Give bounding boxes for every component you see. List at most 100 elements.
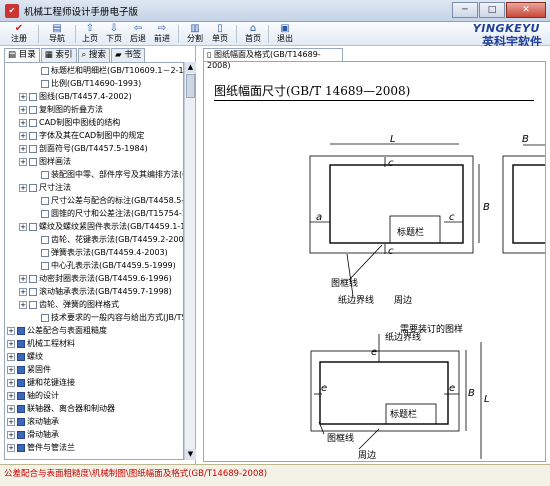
navigation-icon: ▤	[52, 23, 62, 34]
document-view: 图纸幅面尺寸(GB/T 14689—2008) L B a c c c 图框线 …	[203, 61, 546, 462]
tree-item[interactable]: 弹簧表示法(GB/T4459.4-2003)	[31, 247, 168, 258]
tab-index[interactable]: ▦ 索引	[40, 48, 77, 62]
tree-item[interactable]: + 螺纹及螺纹紧固件表示法(GB/T4459.1-1	[19, 221, 183, 232]
expand-icon[interactable]: +	[7, 430, 15, 439]
tree-item[interactable]: + 管件与管法兰	[7, 442, 75, 453]
expand-icon[interactable]: +	[7, 365, 15, 374]
scroll-up-arrow[interactable]: ▲	[185, 62, 196, 73]
scroll-thumb[interactable]	[186, 74, 195, 98]
tree-item[interactable]: 比例(GB/T14690-1993)	[31, 78, 141, 89]
tree-item[interactable]: + 动密封圈表示法(GB/T4459.6-1996)	[19, 273, 172, 284]
tree-item-label: 图样画法	[39, 157, 71, 166]
tree-item[interactable]: 技术要求的一般内容与给出方式(JB/T50	[31, 312, 183, 323]
book-icon	[17, 365, 25, 374]
document-icon	[29, 131, 37, 140]
maximize-button[interactable]: □	[479, 2, 505, 18]
tab-search[interactable]: ⌕ 搜索	[77, 48, 110, 62]
tree-item[interactable]: + 图样画法	[19, 156, 71, 167]
expand-icon[interactable]: +	[7, 443, 15, 452]
document-tab[interactable]: ▯ 图纸幅面及格式(GB/T14689-2008)	[203, 48, 343, 70]
tree-item[interactable]: + 复制图的折叠方法	[19, 104, 103, 115]
tree-item[interactable]: + 剖面符号(GB/T4457.5-1984)	[19, 143, 148, 154]
expand-icon[interactable]: +	[19, 92, 27, 101]
expand-icon[interactable]: +	[7, 417, 15, 426]
drawing-figure: L B a c c c 图框线 纸边界线 标题栏 周边 需要装订的图样 B 纸边…	[204, 104, 545, 461]
expand-icon[interactable]: +	[19, 183, 27, 192]
tree-item-label: 螺纹	[27, 352, 43, 361]
document-icon	[41, 235, 49, 244]
label-periphery: 周边	[394, 295, 412, 306]
tree-item[interactable]: + 滚动轴承表示法(GB/T4459.7-1998)	[19, 286, 172, 297]
close-button[interactable]: ✕	[506, 2, 546, 18]
expand-icon[interactable]: +	[7, 326, 15, 335]
tree-item[interactable]: + 机械工程材料	[7, 338, 75, 349]
leader-periphery	[358, 428, 380, 450]
fig1b-paper-edge	[502, 155, 545, 254]
single-page-button[interactable]: ▯ 单页	[205, 23, 235, 45]
tree-item[interactable]: + 图线(GB/T4457.4-2002)	[19, 91, 132, 102]
leader-edge	[346, 253, 354, 297]
tree-scrollbar[interactable]: ▲ ▼	[184, 62, 196, 460]
book-icon	[17, 404, 25, 413]
tree-item[interactable]: + 字体及其在CAD制图中的规定	[19, 130, 144, 141]
label-L: L	[390, 134, 396, 145]
navigation-pane: ▤ 目录 ▦ 索引 ⌕ 搜索 ▰ 书签 标题栏和明细栏(GB/T10609.1－…	[0, 46, 196, 464]
minimize-button[interactable]: ─	[452, 2, 478, 18]
expand-icon[interactable]: +	[7, 378, 15, 387]
expand-icon[interactable]: +	[19, 274, 27, 283]
navigation-button[interactable]: ▤ 导航	[42, 23, 72, 45]
tab-contents[interactable]: ▤ 目录	[4, 48, 40, 62]
document-icon	[41, 196, 49, 205]
tree-item[interactable]: + 紧固件	[7, 364, 51, 375]
forward-button[interactable]: ⇨ 前进	[147, 23, 177, 45]
expand-icon[interactable]: +	[19, 105, 27, 114]
tree-item[interactable]: 中心孔表示法(GB/T4459.5-1999)	[31, 260, 176, 271]
tree-item[interactable]: 装配图中零、部件序号及其编排方法(GB	[31, 169, 184, 180]
brand-logo: YINGKEYU 英科宇软件	[442, 22, 544, 49]
expand-icon[interactable]: +	[19, 287, 27, 296]
document-icon	[41, 313, 49, 322]
expand-icon[interactable]: +	[19, 118, 27, 127]
expand-icon[interactable]: +	[7, 352, 15, 361]
contents-tree: 标题栏和明细栏(GB/T10609.1－2-1989 比例(GB/T14690-1…	[4, 62, 184, 460]
tree-item-label: 装配图中零、部件序号及其编排方法(GB	[51, 170, 184, 179]
expand-icon[interactable]: +	[7, 339, 15, 348]
tree-item-label: 公差配合与表面粗糙度	[27, 326, 107, 335]
expand-icon[interactable]: +	[7, 404, 15, 413]
tree-item[interactable]: + 联轴器、离合器和制动器	[7, 403, 115, 414]
expand-icon[interactable]: +	[19, 131, 27, 140]
tree-item[interactable]: + 公差配合与表面粗糙度	[7, 325, 107, 336]
tree-item[interactable]: 圆锥的尺寸和公差注法(GB/T15754-199	[31, 208, 183, 219]
tree-item-label: 键和花键连接	[27, 378, 75, 387]
tree-item-label: 紧固件	[27, 365, 51, 374]
tree-item-label: 齿轮、弹簧的图样格式	[39, 300, 119, 309]
tab-bookmarks[interactable]: ▰ 书签	[110, 48, 146, 62]
label-edge2: 纸边界线	[385, 331, 421, 343]
document-icon	[41, 170, 49, 179]
book-icon	[17, 417, 25, 426]
tree-item[interactable]: + 轴的设计	[7, 390, 59, 401]
home-icon: ⌂	[249, 23, 257, 34]
label-e-left: e	[321, 383, 327, 394]
expand-icon[interactable]: +	[19, 144, 27, 153]
label-border2: 图框线	[327, 432, 354, 444]
exit-button[interactable]: ▣ 退出	[270, 23, 300, 45]
window-controls: ─ □ ✕	[452, 2, 546, 18]
tree-item[interactable]: 齿轮、花键表示法(GB/T4459.2-2003,	[31, 234, 183, 245]
tree-item[interactable]: + 尺寸注法	[19, 182, 71, 193]
tree-item[interactable]: + 螺纹	[7, 351, 43, 362]
tree-item[interactable]: + 滑动轴承	[7, 429, 59, 440]
expand-icon[interactable]: +	[19, 157, 27, 166]
tree-item[interactable]: + 齿轮、弹簧的图样格式	[19, 299, 119, 310]
tree-item[interactable]: + 键和花键连接	[7, 377, 75, 388]
expand-icon[interactable]: +	[7, 391, 15, 400]
tree-item[interactable]: 尺寸公差与配合的标注(GB/T4458.5-200	[31, 195, 183, 206]
register-button[interactable]: ✔ 注册	[4, 23, 34, 45]
scroll-down-arrow[interactable]: ▼	[185, 449, 196, 460]
tree-item[interactable]: 标题栏和明细栏(GB/T10609.1－2-1989	[31, 65, 183, 76]
expand-icon[interactable]: +	[19, 222, 27, 231]
home-button[interactable]: ⌂ 首页	[238, 23, 268, 45]
tree-item[interactable]: + 滚动轴承	[7, 416, 59, 427]
expand-icon[interactable]: +	[19, 300, 27, 309]
tree-item[interactable]: + CAD制图中图线的结构	[19, 117, 120, 128]
